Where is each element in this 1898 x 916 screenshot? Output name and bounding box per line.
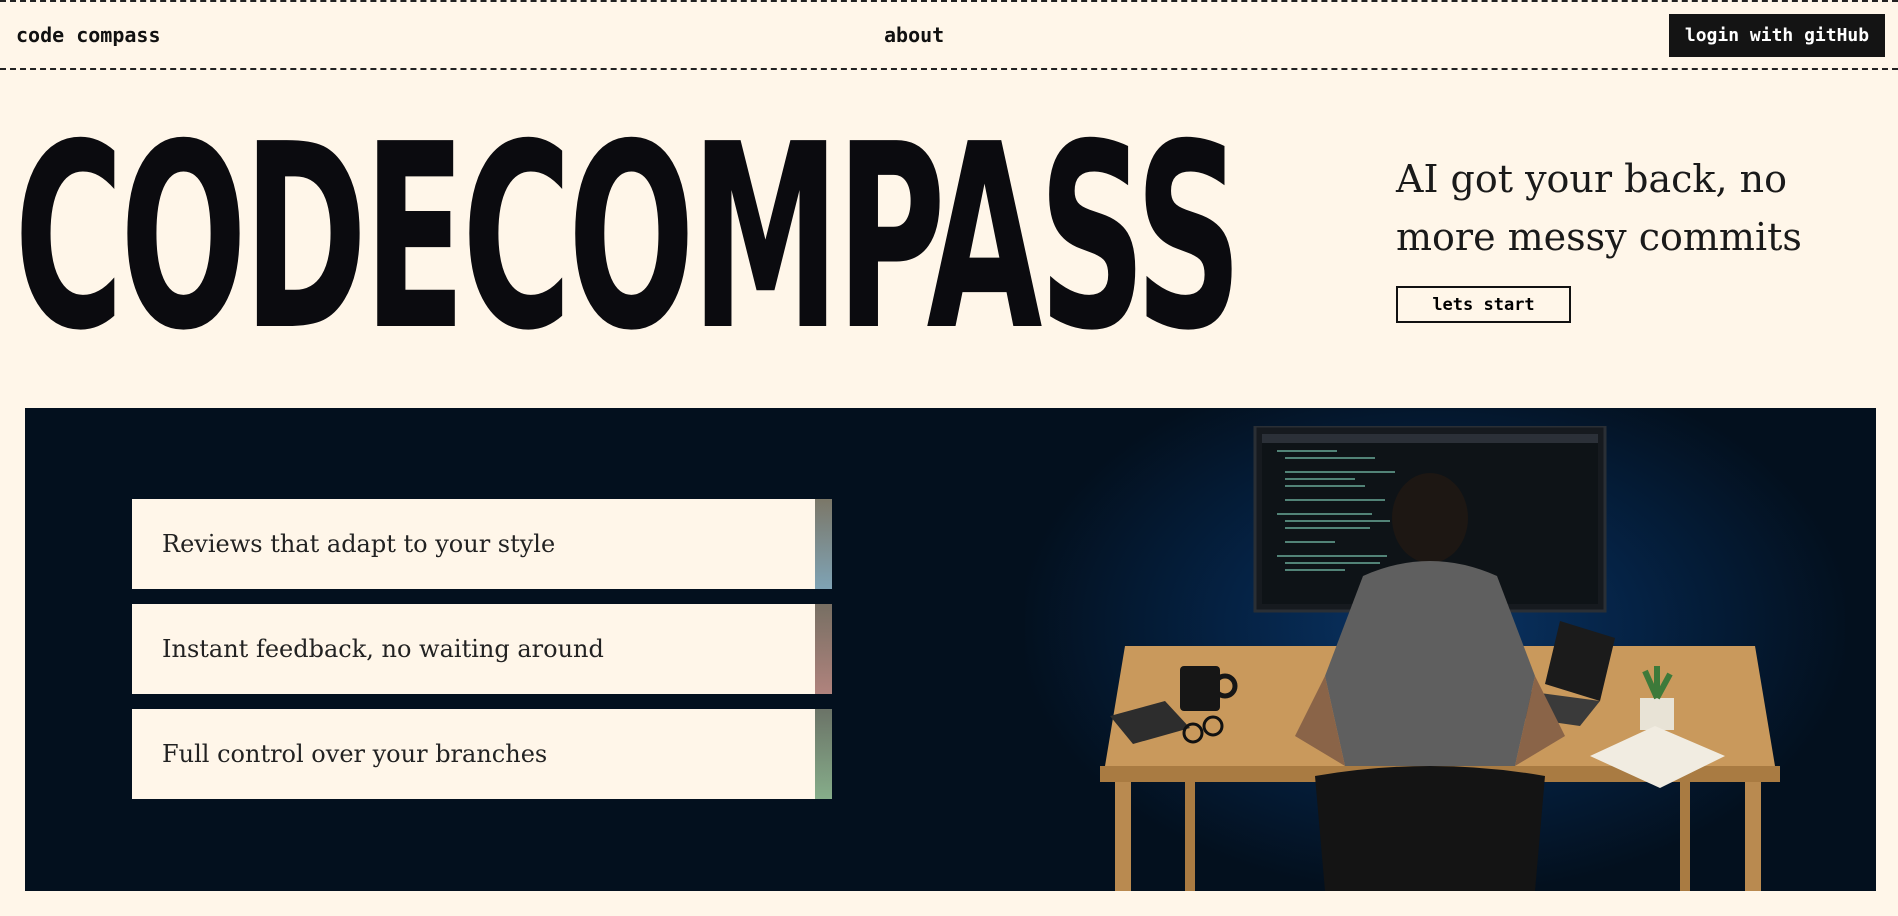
brand-logo-text[interactable]: code compass	[16, 23, 161, 47]
login-github-button[interactable]: login with gitHub	[1669, 14, 1885, 57]
nav-link-about[interactable]: about	[884, 23, 944, 47]
lets-start-button[interactable]: lets start	[1396, 286, 1571, 323]
hero-title: CODECOMPASS	[14, 90, 1243, 387]
feature-card-branches[interactable]: Full control over your branches	[132, 709, 832, 799]
feature-card-accent	[815, 709, 832, 799]
chair-icon	[1315, 766, 1545, 891]
feature-card-reviews[interactable]: Reviews that adapt to your style	[132, 499, 832, 589]
feature-card-label: Full control over your branches	[162, 740, 548, 768]
nav-dashed-divider	[0, 68, 1898, 70]
person-head	[1392, 473, 1468, 563]
feature-card-feedback[interactable]: Instant feedback, no waiting around	[132, 604, 832, 694]
feature-banner: Reviews that adapt to your style Instant…	[25, 408, 1876, 891]
plant-icon	[1640, 698, 1674, 730]
hero-tagline: AI got your back, no more messy commits	[1396, 157, 1802, 259]
developer-at-desk-illustration	[1100, 426, 1780, 891]
top-nav: code compass about login with gitHub	[0, 0, 1898, 70]
feature-card-label: Instant feedback, no waiting around	[162, 635, 604, 663]
feature-card-accent	[815, 499, 832, 589]
feature-card-accent	[815, 604, 832, 694]
feature-card-label: Reviews that adapt to your style	[162, 530, 556, 558]
